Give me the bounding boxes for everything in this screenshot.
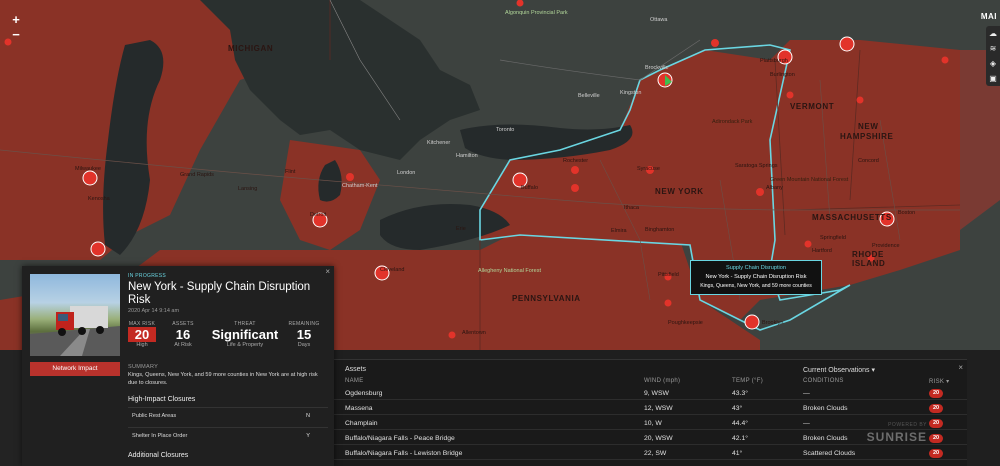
event-status: IN PROGRESS bbox=[128, 273, 167, 279]
metric-remaining: REMAINING 15 Days bbox=[284, 321, 324, 348]
event-date: 2020 Apr 14 9:14 am bbox=[128, 308, 180, 314]
asset-name: Massena bbox=[345, 405, 373, 412]
tooltip-title: Supply Chain Disruption bbox=[725, 265, 786, 271]
closure-name: Shelter In Place Order bbox=[132, 433, 188, 439]
table-row[interactable]: Ogdensburg 9, WSW 43.3° — 20 bbox=[333, 387, 967, 400]
event-title: New York - Supply Chain Disruption Risk bbox=[128, 281, 311, 306]
map-tooltip: Supply Chain Disruption New York - Suppl… bbox=[690, 260, 822, 295]
asset-wind: 20, WSW bbox=[644, 435, 673, 442]
asset-temp: 44.4° bbox=[732, 420, 748, 427]
map-main-label: MAI bbox=[980, 12, 997, 21]
zoom-out-button[interactable]: − bbox=[8, 28, 24, 42]
additional-closures-title: Additional Closures bbox=[128, 452, 189, 459]
brand-subtitle: POWERED BY bbox=[888, 422, 927, 428]
metric-value: Significant bbox=[211, 327, 279, 342]
col-header-temp[interactable]: TEMP (°F) bbox=[732, 378, 763, 384]
asset-name: Ogdensburg bbox=[345, 390, 383, 397]
asset-wind: 9, WSW bbox=[644, 390, 669, 397]
metric-value: 16 bbox=[175, 327, 191, 342]
asset-temp: 41° bbox=[732, 450, 743, 457]
asset-name: Buffalo/Niagara Falls - Lewiston Bridge bbox=[345, 450, 463, 457]
closure-row[interactable]: Shelter In Place Order Y bbox=[128, 427, 328, 443]
asset-conditions: Scattered Clouds bbox=[803, 450, 856, 457]
network-impact-button[interactable]: Network Impact bbox=[30, 362, 120, 376]
asset-temp: 43° bbox=[732, 405, 743, 412]
map-style-icon[interactable]: ▣ bbox=[986, 71, 1000, 86]
stack-icon[interactable]: ◈ bbox=[986, 56, 1000, 71]
table-row[interactable]: Buffalo/Niagara Falls - Lewiston Bridge … bbox=[333, 447, 967, 460]
asset-wind: 10, W bbox=[644, 420, 662, 427]
cloud-icon[interactable]: ☁ bbox=[986, 26, 1000, 41]
asset-name: Champlain bbox=[345, 420, 378, 427]
observations-dropdown[interactable]: Current Observations ▾ bbox=[803, 366, 875, 374]
closures-title: High-Impact Closures bbox=[128, 396, 196, 403]
closure-row[interactable]: Public Rest Areas N bbox=[128, 407, 328, 423]
asset-wind: 22, SW bbox=[644, 450, 667, 457]
asset-temp: 42.1° bbox=[732, 435, 748, 442]
asset-conditions: Broken Clouds bbox=[803, 405, 848, 412]
risk-badge: 20 bbox=[929, 389, 943, 398]
closure-value: Y bbox=[306, 433, 310, 439]
col-header-conditions[interactable]: CONDITIONS bbox=[803, 378, 844, 384]
summary-text: Kings, Queens, New York, and 59 more cou… bbox=[128, 372, 318, 386]
event-photo bbox=[30, 274, 120, 356]
table-row[interactable]: Massena 12, WSW 43° Broken Clouds 20 bbox=[333, 402, 967, 415]
table-row[interactable]: Champlain 10, W 44.4° — 20 bbox=[333, 417, 967, 430]
metric-max-risk: MAX RISK 20 High bbox=[128, 321, 156, 348]
map-tool-rail: ☁ ≋ ◈ ▣ bbox=[986, 26, 1000, 86]
col-header-name[interactable]: NAME bbox=[345, 378, 364, 384]
layers-icon[interactable]: ≋ bbox=[986, 41, 1000, 56]
tooltip-counties: Kings, Queens, New York, and 59 more cou… bbox=[700, 283, 812, 289]
risk-badge: 20 bbox=[929, 404, 943, 413]
assets-close-icon[interactable]: × bbox=[958, 363, 963, 372]
asset-temp: 43.3° bbox=[732, 390, 748, 397]
metric-threat: THREAT Significant Life & Property bbox=[208, 321, 282, 348]
closure-name: Public Rest Areas bbox=[132, 413, 177, 419]
sunrise-logo: SUNRISE bbox=[866, 430, 927, 444]
metric-value: 20 bbox=[128, 327, 156, 342]
card-close-icon[interactable]: × bbox=[325, 267, 330, 276]
truck-image bbox=[30, 306, 120, 356]
col-header-wind[interactable]: WIND (mph) bbox=[644, 378, 680, 384]
metric-sub: High bbox=[136, 342, 148, 348]
asset-name: Buffalo/Niagara Falls - Peace Bridge bbox=[345, 435, 455, 442]
col-header-risk[interactable]: RISK ▾ bbox=[929, 378, 949, 385]
risk-badge: 20 bbox=[929, 449, 943, 458]
assets-panel: Assets Current Observations ▾ × NAME WIN… bbox=[333, 359, 967, 466]
metric-assets: ASSETS 16 At Risk bbox=[169, 321, 197, 348]
metric-sub: At Risk bbox=[174, 342, 192, 348]
summary-label: SUMMARY bbox=[128, 364, 159, 370]
asset-wind: 12, WSW bbox=[644, 405, 673, 412]
risk-badge: 20 bbox=[929, 434, 943, 443]
asset-conditions: Broken Clouds bbox=[803, 435, 848, 442]
zoom-in-button[interactable]: + bbox=[8, 13, 24, 27]
event-detail-card: × IN PROGRESS New York - Supply Chain Di… bbox=[22, 266, 334, 466]
asset-conditions: — bbox=[803, 390, 810, 397]
closure-value: N bbox=[305, 413, 310, 419]
risk-badge: 20 bbox=[929, 419, 943, 428]
metric-value: 15 bbox=[296, 327, 312, 342]
tooltip-event: New York - Supply Chain Disruption Risk bbox=[705, 274, 807, 280]
metric-sub: Life & Property bbox=[226, 342, 264, 348]
app-window: MICHIGAN VERMONT NEW HAMPSHIRE NEW YORK … bbox=[0, 0, 1000, 466]
asset-conditions: — bbox=[803, 420, 810, 427]
metric-sub: Days bbox=[297, 342, 311, 348]
assets-title: Assets bbox=[345, 366, 367, 373]
